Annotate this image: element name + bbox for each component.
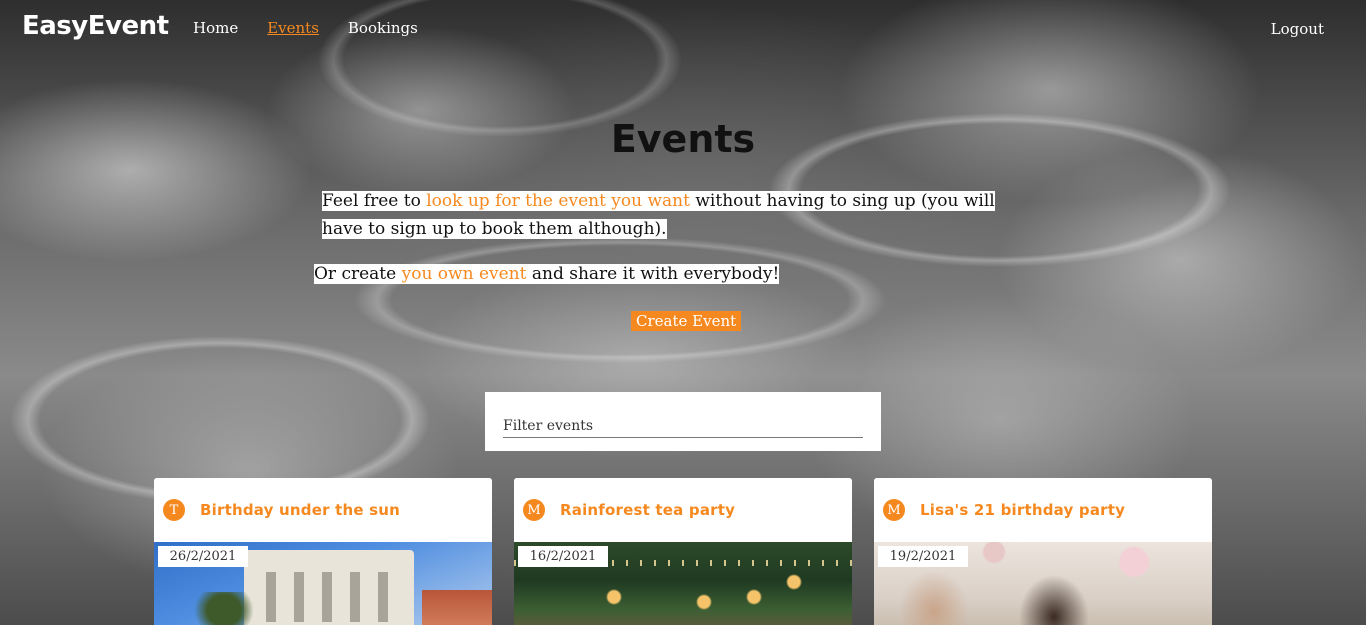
avatar: M (883, 499, 905, 521)
house-illustration (244, 550, 414, 625)
intro-paragraph: Feel free to look up for the event you w… (322, 187, 1038, 243)
event-card-header: M Lisa's 21 birthday party (874, 478, 1212, 542)
event-date: 26/2/2021 (158, 546, 248, 567)
event-card-header: M Rainforest tea party (514, 478, 852, 542)
avatar: M (523, 499, 545, 521)
intro-text-before: Feel free to (322, 191, 427, 211)
avatar: T (163, 499, 185, 521)
roof-illustration (422, 590, 492, 625)
event-title[interactable]: Lisa's 21 birthday party (920, 501, 1125, 519)
look-up-events-link[interactable]: look up for the event you want (426, 191, 690, 211)
event-date: 19/2/2021 (878, 546, 968, 567)
event-title[interactable]: Rainforest tea party (560, 501, 735, 519)
brand-logo[interactable]: EasyEvent (22, 11, 169, 41)
event-card[interactable]: M Lisa's 21 birthday party 19/2/2021 (874, 478, 1212, 625)
nav-link-bookings[interactable]: Bookings (348, 19, 418, 37)
create-text-before: Or create (314, 264, 402, 284)
event-title[interactable]: Birthday under the sun (200, 501, 400, 519)
logout-link[interactable]: Logout (1271, 20, 1324, 38)
create-event-button[interactable]: Create Event (631, 311, 742, 331)
filter-events-input[interactable] (503, 414, 863, 438)
palm-illustration (194, 592, 254, 625)
event-card-header: T Birthday under the sun (154, 478, 492, 542)
nav-link-home[interactable]: Home (193, 19, 238, 37)
filter-panel (485, 392, 881, 451)
nav-link-events[interactable]: Events (267, 19, 319, 37)
event-card[interactable]: T Birthday under the sun 26/2/2021 (154, 478, 492, 625)
event-card[interactable]: M Rainforest tea party 16/2/2021 (514, 478, 852, 625)
own-event-link[interactable]: you own event (401, 264, 527, 284)
nav-links: Home Events Bookings (193, 19, 418, 37)
event-image: 16/2/2021 (514, 542, 852, 625)
create-paragraph: Or create you own event and share it wit… (314, 261, 780, 287)
navbar: EasyEvent Home Events Bookings Logout (0, 0, 1366, 58)
page-title: Events (610, 117, 756, 161)
event-image: 19/2/2021 (874, 542, 1212, 625)
event-date: 16/2/2021 (518, 546, 608, 567)
event-image: 26/2/2021 (154, 542, 492, 625)
create-text-after: and share it with everybody! (526, 264, 780, 284)
